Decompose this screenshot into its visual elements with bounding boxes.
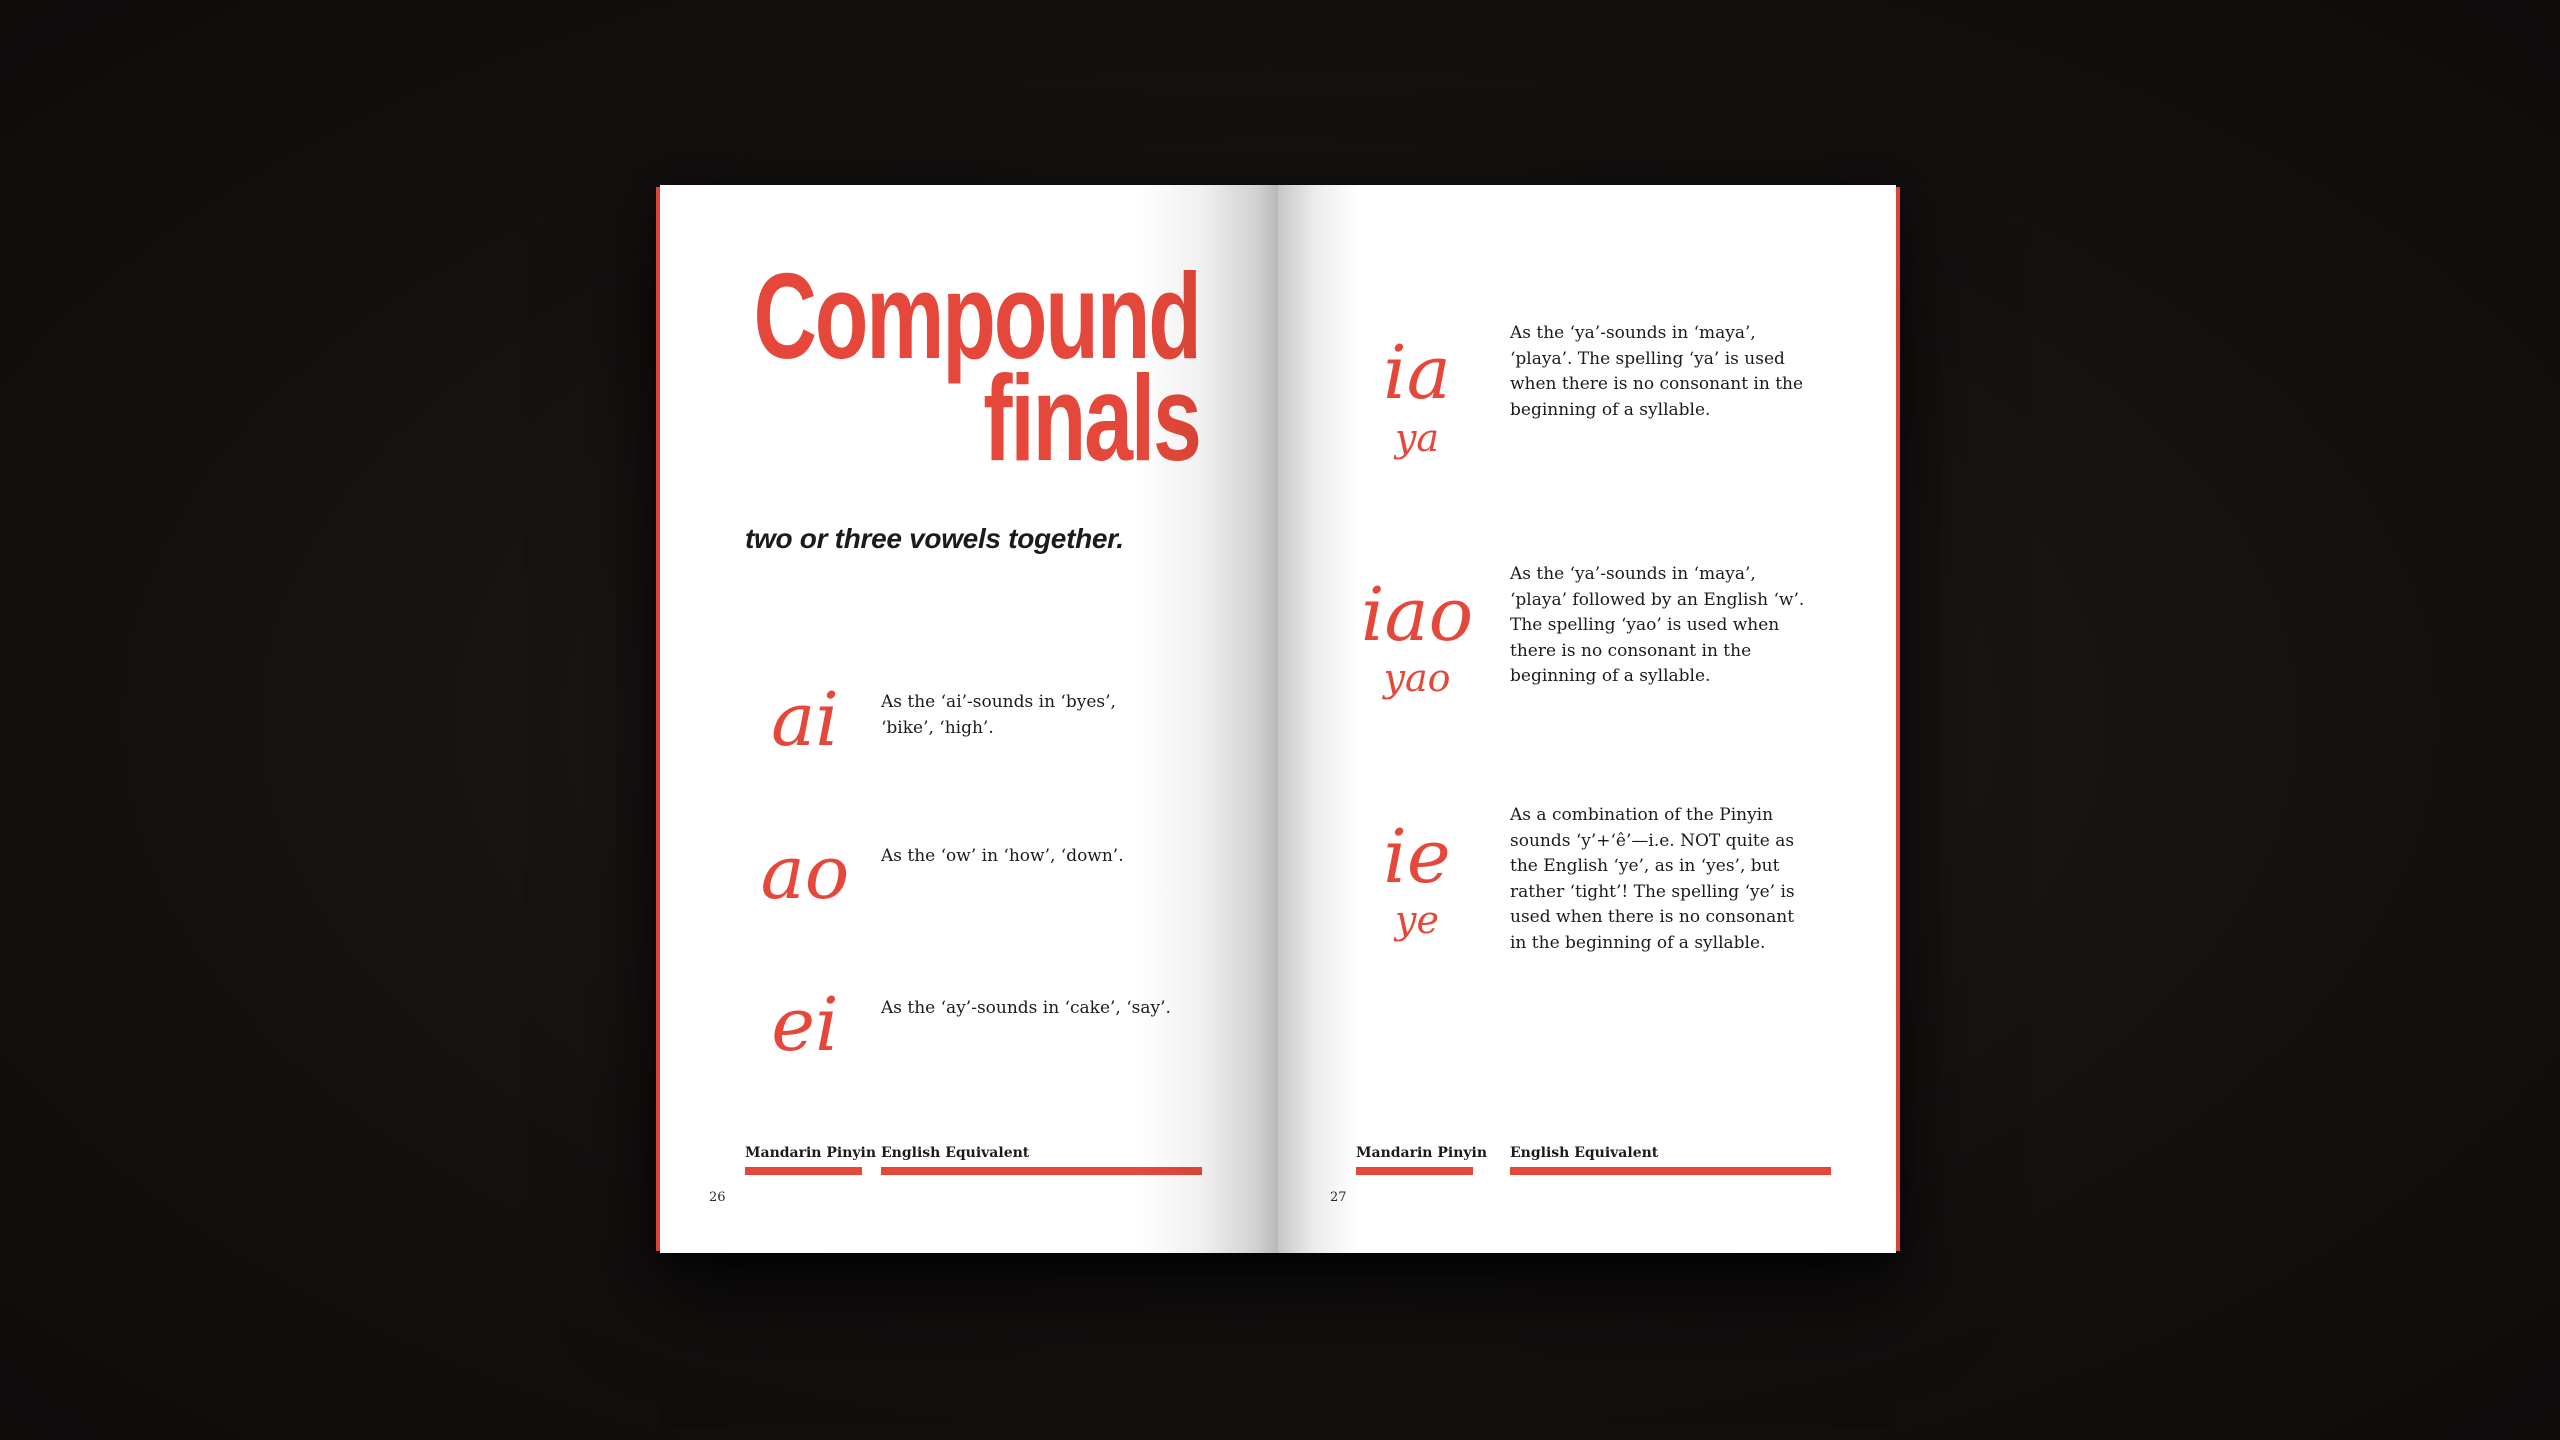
english-equivalent: As the ‘ya’-sounds in ‘maya’, ‘playa’. T…: [1510, 323, 1804, 420]
right-page: ia ya As the ‘ya’-sounds in ‘maya’, ‘pla…: [1278, 185, 1896, 1253]
pinyin-final: iao: [1360, 572, 1474, 658]
page-number: 26: [709, 1190, 726, 1205]
footer-label-pinyin: Mandarin Pinyin: [745, 1145, 877, 1161]
english-equivalent: As the ‘ai’-sounds in ‘byes’, ‘bike’, ‘h…: [881, 692, 1116, 738]
footer-bar-pinyin: [1356, 1167, 1473, 1175]
footer-bar-english: [881, 1167, 1202, 1175]
pinyin-final: ia: [1383, 330, 1451, 416]
pinyin-spelling: ye: [1395, 898, 1439, 942]
pinyin-final: ai: [771, 677, 839, 763]
footer-bar-pinyin: [745, 1167, 862, 1175]
scene-background: { "left_page": { "title_line1": "Compoun…: [0, 0, 2560, 1440]
footer-label-english: English Equivalent: [881, 1145, 1030, 1161]
pinyin-final: ei: [771, 982, 839, 1068]
page-subtitle: two or three vowels together.: [745, 523, 1124, 554]
open-book: Compound finals two or three vowels toge…: [656, 185, 1900, 1253]
page-number: 27: [1330, 1190, 1347, 1205]
pinyin-final: ao: [760, 830, 850, 916]
left-page: Compound finals two or three vowels toge…: [660, 185, 1278, 1253]
footer-label-english: English Equivalent: [1510, 1145, 1659, 1161]
english-equivalent: As the ‘ow’ in ‘how’, ‘down’.: [881, 846, 1124, 866]
page-title: Compound finals: [754, 255, 1202, 479]
footer-label-pinyin: Mandarin Pinyin: [1356, 1145, 1488, 1161]
pinyin-spelling: ya: [1394, 416, 1440, 460]
pinyin-spelling: yao: [1383, 656, 1451, 700]
english-equivalent: As the ‘ay’-sounds in ‘cake’, ‘say’.: [881, 998, 1171, 1018]
english-equivalent: As the ‘ya’-sounds in ‘maya’, ‘playa’ fo…: [1510, 564, 1805, 686]
english-equivalent: As a combination of the Pinyin sounds ‘y…: [1510, 805, 1795, 953]
pinyin-final: ie: [1383, 814, 1451, 900]
footer-bar-english: [1510, 1167, 1831, 1175]
